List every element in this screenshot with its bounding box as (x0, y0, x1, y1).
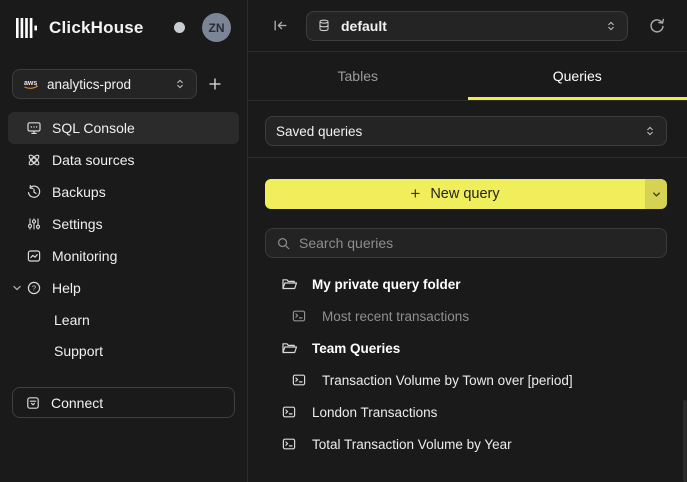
data-sources-icon (26, 152, 42, 168)
tab-queries[interactable]: Queries (468, 52, 687, 100)
database-icon (317, 18, 331, 33)
service-row: aws analytics-prod (0, 55, 247, 99)
search-queries-input[interactable] (299, 235, 656, 251)
help-icon: ? (26, 280, 42, 296)
tree-label: Team Queries (312, 341, 400, 356)
search-queries-box (265, 228, 667, 258)
settings-icon (26, 216, 42, 232)
refresh-icon (648, 17, 666, 35)
sidebar-item-label: Monitoring (52, 248, 117, 264)
sidebar-item-support[interactable]: Support (8, 335, 239, 366)
new-query-options-button[interactable] (645, 179, 667, 209)
sidebar-nav: SQL Console Data sources (0, 112, 247, 366)
query-icon (281, 436, 298, 452)
search-icon (276, 236, 291, 251)
saved-queries-selector[interactable]: Saved queries (265, 116, 667, 146)
tree-folder[interactable]: My private query folder (248, 268, 687, 300)
aws-icon: aws (23, 78, 39, 90)
sidebar: ClickHouse ZN aws analytics-prod (0, 0, 248, 482)
brand-title: ClickHouse (49, 18, 144, 38)
svg-text:aws: aws (24, 80, 37, 87)
refresh-button[interactable] (648, 17, 666, 35)
chevron-updown-icon (644, 124, 656, 138)
tree-query[interactable]: Transaction Volume by Town over [period] (248, 364, 687, 396)
sidebar-item-label: Data sources (52, 152, 134, 168)
database-selector[interactable]: default (306, 11, 628, 41)
tab-tables[interactable]: Tables (248, 52, 468, 100)
panel-tabs: Tables Queries (248, 52, 687, 101)
chevron-down-icon (651, 189, 662, 200)
tree-label: Total Transaction Volume by Year (312, 437, 512, 452)
query-icon (281, 404, 298, 420)
status-dot (174, 22, 185, 33)
saved-queries-value: Saved queries (276, 124, 362, 139)
connect-label: Connect (51, 395, 103, 411)
database-name: default (341, 18, 387, 34)
sidebar-item-learn[interactable]: Learn (8, 304, 239, 335)
tree-label: Transaction Volume by Town over [period] (322, 373, 573, 388)
plus-icon: + (410, 184, 420, 204)
sidebar-item-data-sources[interactable]: Data sources (8, 144, 239, 176)
sidebar-item-label: Backups (52, 184, 106, 200)
scrollbar-thumb[interactable] (683, 400, 687, 482)
tree-query[interactable]: Most recent transactions (248, 300, 687, 332)
sidebar-item-label: Help (52, 280, 81, 296)
sidebar-item-help[interactable]: ? Help (8, 272, 239, 304)
panel-topbar: default (248, 0, 687, 52)
sidebar-item-label: Settings (52, 216, 103, 232)
svg-text:?: ? (32, 284, 36, 293)
sidebar-header: ClickHouse ZN (0, 0, 247, 55)
folder-open-icon (281, 276, 298, 292)
service-name: analytics-prod (47, 77, 131, 92)
tree-folder[interactable]: Team Queries (248, 332, 687, 364)
avatar[interactable]: ZN (202, 13, 231, 42)
sidebar-item-label: SQL Console (52, 120, 135, 136)
service-selector[interactable]: aws analytics-prod (12, 69, 197, 99)
collapse-sidebar-button[interactable] (272, 17, 289, 34)
connect-button[interactable]: Connect (12, 387, 235, 418)
new-query-split-button: + New query (265, 179, 667, 209)
divider (248, 157, 687, 158)
saved-queries-row: Saved queries (248, 101, 687, 146)
backups-icon (26, 184, 42, 200)
sidebar-item-monitoring[interactable]: Monitoring (8, 240, 239, 272)
query-icon (291, 308, 308, 324)
connect-icon (25, 395, 41, 411)
query-icon (291, 372, 308, 388)
sidebar-item-backups[interactable]: Backups (8, 176, 239, 208)
add-service-button[interactable] (207, 76, 223, 92)
query-tree: My private query folder Most recent tran… (248, 268, 687, 460)
folder-open-icon (281, 340, 298, 356)
arrow-bar-left-icon (272, 17, 289, 34)
new-query-button[interactable]: + New query (265, 179, 645, 209)
tree-label: London Transactions (312, 405, 437, 420)
tree-label: My private query folder (312, 277, 461, 292)
sidebar-item-sql-console[interactable]: SQL Console (8, 112, 239, 144)
clickhouse-logo-icon (16, 18, 40, 38)
tree-query[interactable]: Total Transaction Volume by Year (248, 428, 687, 460)
new-query-label: New query (430, 186, 499, 202)
chevron-updown-icon (605, 19, 617, 33)
monitoring-icon (26, 248, 42, 264)
plus-icon (207, 76, 223, 92)
queries-panel: default Tables Queries Saved queries (248, 0, 687, 482)
sql-console-icon (26, 120, 42, 136)
tree-label: Most recent transactions (322, 309, 469, 324)
app-window: ClickHouse ZN aws analytics-prod (0, 0, 687, 482)
sidebar-item-settings[interactable]: Settings (8, 208, 239, 240)
chevron-down-icon[interactable] (12, 283, 22, 293)
tree-query[interactable]: London Transactions (248, 396, 687, 428)
chevron-updown-icon (174, 77, 186, 91)
